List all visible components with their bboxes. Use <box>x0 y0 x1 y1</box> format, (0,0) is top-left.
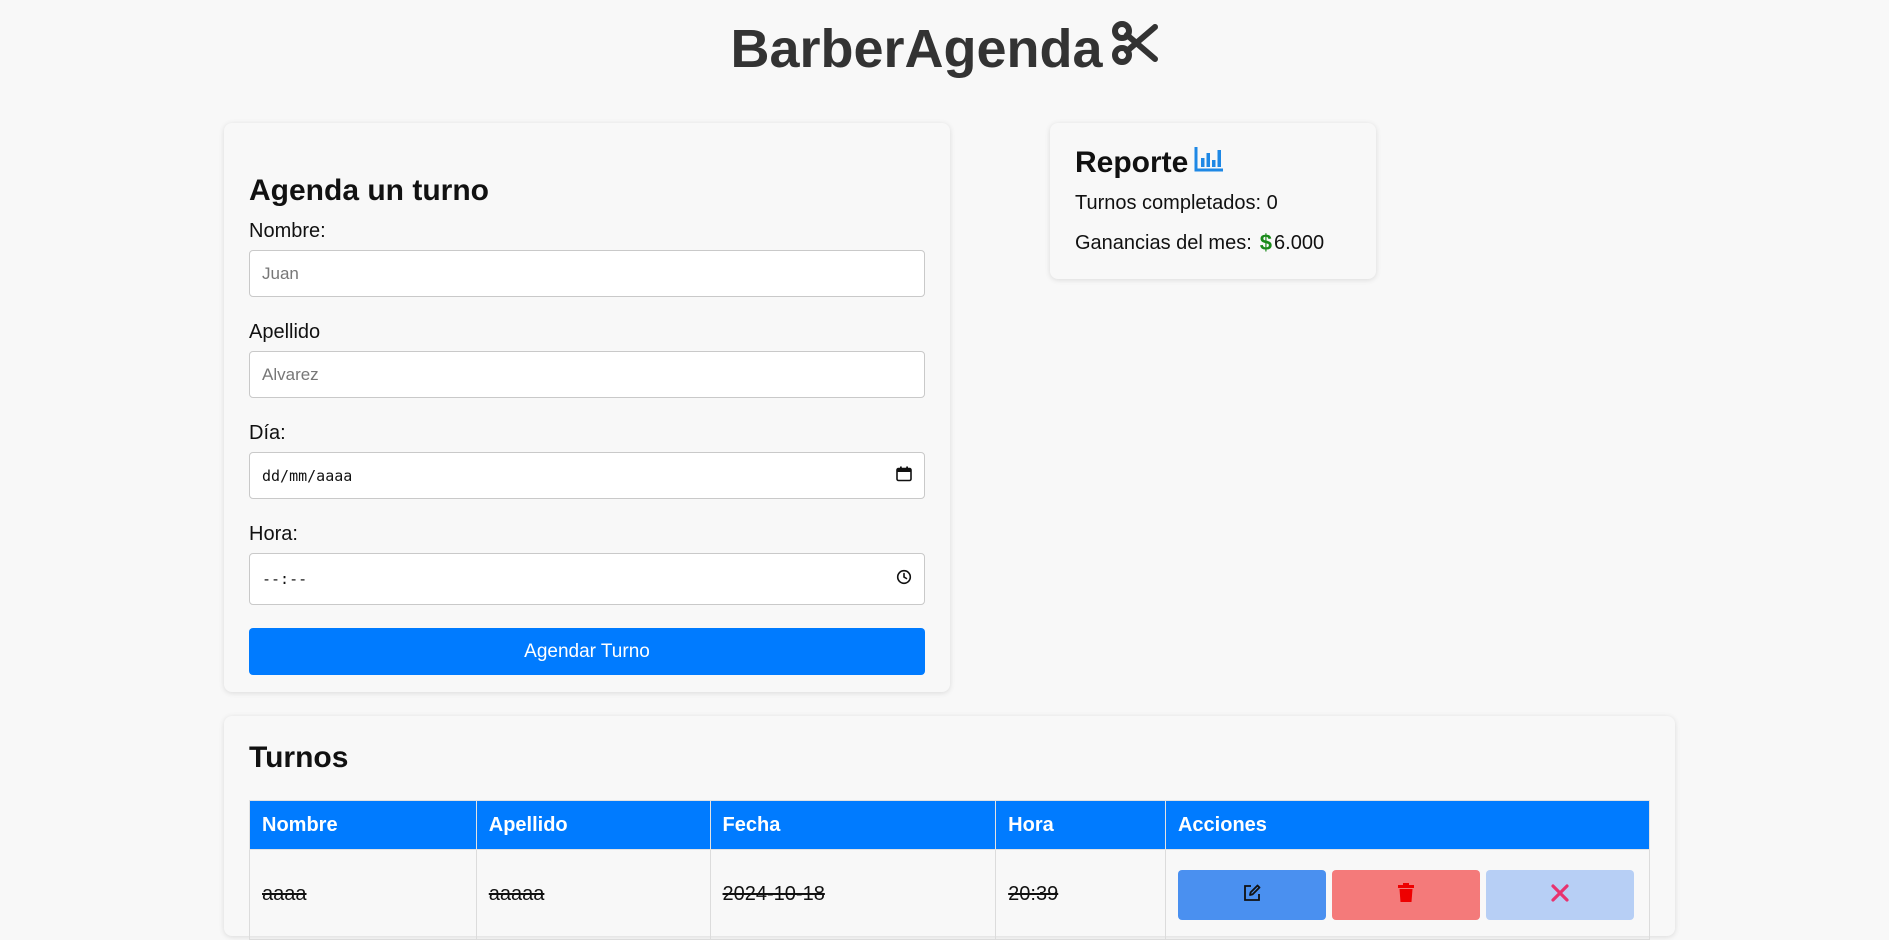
nombre-placeholder: Juan <box>262 263 299 283</box>
apellido-placeholder: Alvarez <box>262 364 319 384</box>
table-row: aaaa aaaaa 2024-10-18 20:39 <box>249 849 1651 940</box>
appointment-form-card: Agenda un turno Nombre: Juan Apellido Al… <box>224 123 950 692</box>
app-title-text: BarberAgenda <box>730 19 1103 79</box>
cell-acciones <box>1164 849 1651 940</box>
nombre-input[interactable]: Juan <box>249 250 925 297</box>
turnos-completados-text: Turnos completados: 0 <box>1075 192 1278 214</box>
hora-time-input[interactable]: --:-- <box>249 553 925 605</box>
dia-date-input[interactable]: dd/mm/aaaa <box>249 452 925 499</box>
dia-value: dd/mm/aaaa <box>262 466 353 485</box>
close-icon <box>1550 883 1570 906</box>
calendar-icon[interactable] <box>896 466 912 486</box>
hora-value: --:-- <box>262 570 308 588</box>
report-card: Reporte Turnos completados: 0 Ganancias … <box>1050 123 1376 279</box>
cell-hora: 20:39 <box>995 849 1166 940</box>
edit-icon <box>1242 883 1262 906</box>
dia-label: Día: <box>249 422 286 444</box>
ganancias-value: 6.000 <box>1274 232 1325 254</box>
report-heading-text: Reporte <box>1075 146 1189 179</box>
app-title: BarberAgenda <box>0 18 1889 80</box>
turnos-completados-line: Turnos completados: 0 <box>1075 191 1351 215</box>
turnos-card: Turnos Nombre Apellido Fecha Hora Accion… <box>224 716 1675 940</box>
table-header-row: Nombre Apellido Fecha Hora Acciones <box>249 800 1651 850</box>
nombre-label: Nombre: <box>249 220 326 242</box>
scissors-icon <box>1111 18 1159 80</box>
dollar-icon: $ <box>1259 230 1273 255</box>
column-header-hora: Hora <box>995 800 1166 850</box>
apellido-label: Apellido <box>249 321 321 343</box>
chart-bar-icon <box>1194 145 1224 181</box>
column-header-apellido: Apellido <box>475 800 711 850</box>
cell-apellido: aaaaa <box>475 849 711 940</box>
form-heading: Agenda un turno <box>249 174 489 207</box>
cancel-button[interactable] <box>1485 869 1634 920</box>
cell-nombre: aaaa <box>249 849 477 940</box>
agendar-turno-button[interactable]: Agendar Turno <box>249 628 925 675</box>
turnos-heading: Turnos <box>249 741 349 774</box>
trash-icon <box>1397 883 1415 906</box>
ganancias-label: Ganancias del mes: <box>1075 232 1252 254</box>
column-header-fecha: Fecha <box>709 800 997 850</box>
apellido-input[interactable]: Alvarez <box>249 351 925 398</box>
clock-icon[interactable] <box>896 569 912 589</box>
column-header-nombre: Nombre <box>249 800 477 850</box>
ganancias-line: Ganancias del mes: $ 6.000 <box>1075 231 1351 255</box>
delete-button[interactable] <box>1331 869 1480 920</box>
column-header-acciones: Acciones <box>1164 800 1651 850</box>
row-actions <box>1177 869 1637 920</box>
hora-label: Hora: <box>249 523 298 545</box>
report-heading: Reporte <box>1075 145 1351 181</box>
cell-fecha: 2024-10-18 <box>709 849 997 940</box>
turnos-table: Nombre Apellido Fecha Hora Acciones aaaa… <box>249 800 1651 940</box>
edit-button[interactable] <box>1177 869 1326 920</box>
